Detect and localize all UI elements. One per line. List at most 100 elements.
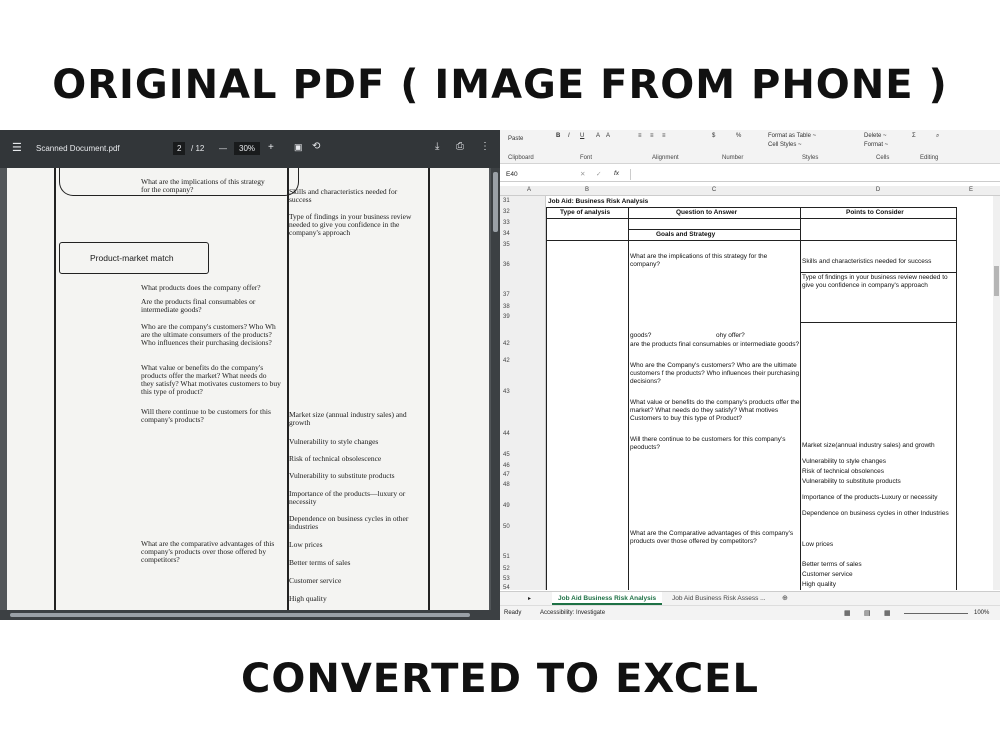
point-cell[interactable]: Vulnerability to substitute products [802, 478, 956, 486]
confirm-icon[interactable]: ✓ [596, 170, 601, 178]
question-cell[interactable]: goods? [630, 332, 651, 340]
row-header[interactable]: 33 [503, 220, 510, 226]
underline-button[interactable]: U [580, 133, 584, 139]
row-header[interactable]: 31 [503, 198, 510, 204]
vertical-scrollbar[interactable] [993, 196, 1000, 590]
header-question[interactable]: Question to Answer [676, 209, 737, 217]
column-header[interactable]: D [800, 187, 956, 193]
zoom-out-icon[interactable]: — [219, 144, 227, 153]
row-header[interactable]: 38 [503, 304, 510, 310]
question-cell[interactable]: What are the Comparative advantages of t… [630, 530, 800, 546]
row-header[interactable]: 44 [503, 431, 510, 437]
question-cell[interactable]: are the products final consumables or in… [630, 341, 800, 349]
row-header[interactable]: 47 [503, 472, 510, 478]
pdf-point: Dependence on business cycles in other i… [289, 514, 409, 531]
row-header[interactable]: 43 [503, 389, 510, 395]
align-left-icon[interactable]: ≡ [638, 133, 642, 139]
tab-job-aid-assess[interactable]: Job Aid Business Risk Assess ... [672, 595, 766, 602]
currency-icon[interactable]: $ [712, 133, 715, 139]
row-header[interactable]: 42 [503, 341, 510, 347]
sum-icon[interactable]: Σ [912, 133, 916, 139]
point-cell[interactable]: Vulnerability to style changes [802, 458, 956, 466]
sheet-title[interactable]: Job Aid: Business Risk Analysis [548, 198, 648, 206]
zoom-slider[interactable] [904, 613, 968, 614]
column-header[interactable]: C [628, 187, 800, 193]
row-header[interactable]: 34 [503, 231, 510, 237]
question-cell[interactable]: What are the implications of this strate… [630, 253, 798, 269]
fit-page-icon[interactable]: ▣ [294, 142, 303, 153]
header-type[interactable]: Type of analysis [560, 209, 610, 217]
goals-cell[interactable]: Goals and Strategy [656, 231, 715, 239]
question-cell[interactable]: Who are the Company's customers? Who are… [630, 362, 800, 386]
name-box[interactable]: E40 [506, 171, 546, 178]
bold-button[interactable]: B [556, 133, 560, 139]
row-header[interactable]: 51 [503, 554, 510, 560]
row-header[interactable]: 46 [503, 463, 510, 469]
pdf-point: Vulnerability to style changes [289, 437, 379, 446]
page-layout-icon[interactable]: ▤ [864, 609, 871, 617]
row-header[interactable]: 42 [503, 358, 510, 364]
align-center-icon[interactable]: ≡ [650, 133, 654, 139]
row-header[interactable]: 53 [503, 576, 510, 582]
point-cell[interactable]: High quality [802, 581, 956, 589]
vertical-scrollbar[interactable] [491, 168, 500, 610]
page-number-input[interactable]: 2 [173, 142, 186, 155]
column-header[interactable]: B [546, 187, 628, 193]
row-header[interactable]: 32 [503, 209, 510, 215]
find-icon[interactable]: ⌕ [936, 133, 939, 140]
function-icon[interactable]: fx [614, 170, 619, 177]
column-header[interactable]: A [514, 187, 544, 193]
row-header[interactable]: 37 [503, 292, 510, 298]
question-cell[interactable]: Will there continue to be customers for … [630, 436, 800, 452]
download-icon[interactable]: ⤓ [435, 141, 439, 152]
zoom-in-icon[interactable]: + [268, 142, 274, 153]
normal-view-icon[interactable]: ▦ [844, 609, 851, 617]
point-cell[interactable]: Better terms of sales [802, 561, 956, 569]
row-header[interactable]: 35 [503, 242, 510, 248]
row-header[interactable]: 36 [503, 262, 510, 268]
point-cell[interactable]: Customer service [802, 571, 956, 579]
cell-styles-button[interactable]: Cell Styles ~ [768, 142, 802, 148]
print-icon[interactable]: ⎙ [456, 141, 464, 152]
point-cell[interactable]: Low prices [802, 541, 956, 549]
formula-input[interactable] [630, 169, 992, 180]
italic-button[interactable]: I [568, 133, 570, 139]
font-size-down-button[interactable]: A [606, 133, 610, 139]
point-cell[interactable]: Importance of the products-Luxury or nec… [802, 494, 956, 502]
point-cell[interactable]: Dependence on business cycles in other I… [802, 510, 956, 518]
zoom-level[interactable]: 100% [974, 610, 989, 616]
percent-icon[interactable]: % [736, 133, 741, 139]
point-cell[interactable]: Type of findings in your business review… [802, 274, 956, 290]
column-header[interactable]: E [956, 187, 986, 193]
row-header[interactable]: 50 [503, 524, 510, 530]
add-sheet-icon[interactable]: ⊕ [782, 594, 788, 602]
row-header[interactable]: 39 [503, 314, 510, 320]
question-cell[interactable]: What value or benefits do the company's … [630, 399, 800, 423]
horizontal-scrollbar[interactable] [0, 610, 500, 620]
header-points[interactable]: Points to Consider [846, 209, 904, 217]
cancel-icon[interactable]: ✕ [580, 170, 585, 178]
delete-button[interactable]: Delete ~ [864, 133, 887, 139]
tab-job-aid-analysis[interactable]: Job Aid Business Risk Analysis [552, 592, 663, 605]
menu-icon[interactable]: ☰ [12, 141, 22, 154]
align-right-icon[interactable]: ≡ [662, 133, 666, 139]
format-as-table-button[interactable]: Format as Table ~ [768, 133, 816, 139]
font-size-up-button[interactable]: A [596, 133, 600, 139]
worksheet-grid[interactable]: Job Aid: Business Risk Analysis Type of … [546, 196, 993, 590]
paste-button[interactable]: Paste [508, 136, 523, 142]
row-header[interactable]: 45 [503, 452, 510, 458]
more-options-icon[interactable]: ⋮ [480, 141, 490, 152]
rotate-icon[interactable]: ⟲ [312, 141, 320, 152]
question-cell[interactable]: ohy offer? [716, 332, 745, 340]
point-cell[interactable]: Skills and characteristics needed for su… [802, 258, 956, 266]
zoom-input[interactable]: 30% [234, 142, 261, 155]
row-header[interactable]: 48 [503, 482, 510, 488]
row-header[interactable]: 52 [503, 566, 510, 572]
row-header[interactable]: 49 [503, 503, 510, 509]
tab-scroll-right-icon[interactable]: ▸ [528, 595, 531, 602]
page-break-icon[interactable]: ▦ [884, 609, 891, 617]
accessibility-status[interactable]: Accessibility: Investigate [540, 610, 605, 616]
point-cell[interactable]: Risk of technical obsolences [802, 468, 956, 476]
format-button[interactable]: Format ~ [864, 142, 888, 148]
point-cell[interactable]: Market size(annual industry sales) and g… [802, 442, 956, 450]
